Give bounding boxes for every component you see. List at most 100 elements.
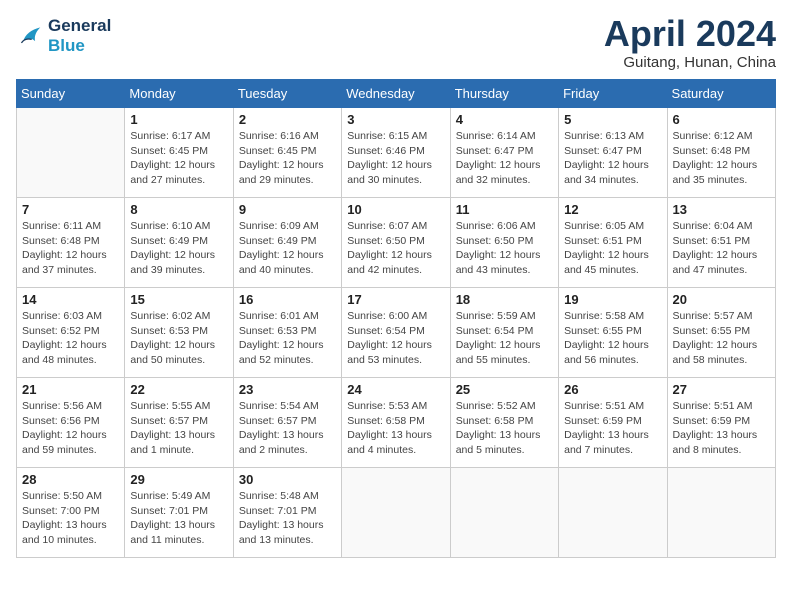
weekday-header-tuesday: Tuesday xyxy=(233,80,341,108)
weekday-header-thursday: Thursday xyxy=(450,80,558,108)
day-info: Sunrise: 5:59 AM Sunset: 6:54 PM Dayligh… xyxy=(456,309,553,368)
day-info: Sunrise: 6:07 AM Sunset: 6:50 PM Dayligh… xyxy=(347,219,444,278)
day-info: Sunrise: 5:56 AM Sunset: 6:56 PM Dayligh… xyxy=(22,399,119,458)
calendar-cell: 1 Sunrise: 6:17 AM Sunset: 6:45 PM Daylig… xyxy=(125,108,233,198)
title-block: April 2024 Guitang, Hunan, China xyxy=(604,16,776,71)
day-info: Sunrise: 6:02 AM Sunset: 6:53 PM Dayligh… xyxy=(130,309,227,368)
day-info: Sunrise: 5:49 AM Sunset: 7:01 PM Dayligh… xyxy=(130,489,227,548)
day-info: Sunrise: 6:04 AM Sunset: 6:51 PM Dayligh… xyxy=(673,219,770,278)
week-row-1: 7 Sunrise: 6:11 AM Sunset: 6:48 PM Daylig… xyxy=(17,198,776,288)
calendar-cell: 17 Sunrise: 6:00 AM Sunset: 6:54 PM Dayli… xyxy=(342,288,450,378)
day-info: Sunrise: 5:51 AM Sunset: 6:59 PM Dayligh… xyxy=(673,399,770,458)
day-info: Sunrise: 6:09 AM Sunset: 6:49 PM Dayligh… xyxy=(239,219,336,278)
calendar-header-row: SundayMondayTuesdayWednesdayThursdayFrid… xyxy=(17,80,776,108)
calendar-cell: 21 Sunrise: 5:56 AM Sunset: 6:56 PM Dayli… xyxy=(17,378,125,468)
calendar-cell: 28 Sunrise: 5:50 AM Sunset: 7:00 PM Dayli… xyxy=(17,468,125,558)
calendar-cell: 18 Sunrise: 5:59 AM Sunset: 6:54 PM Dayli… xyxy=(450,288,558,378)
month-title: April 2024 xyxy=(604,16,776,52)
calendar-cell: 3Sunrise: 6:15 AM Sunset: 6:46 PM Daylig… xyxy=(342,108,450,198)
day-info: Sunrise: 6:17 AM Sunset: 6:45 PM Dayligh… xyxy=(130,129,227,188)
day-number: 22 xyxy=(130,382,227,397)
logo: General Blue xyxy=(16,16,111,56)
day-number: 8 xyxy=(130,202,227,217)
calendar-cell: 14Sunrise: 6:03 AM Sunset: 6:52 PM Dayli… xyxy=(17,288,125,378)
day-number: 6 xyxy=(673,112,770,127)
day-info: Sunrise: 5:57 AM Sunset: 6:55 PM Dayligh… xyxy=(673,309,770,368)
day-info: Sunrise: 5:50 AM Sunset: 7:00 PM Dayligh… xyxy=(22,489,119,548)
calendar-cell: 13 Sunrise: 6:04 AM Sunset: 6:51 PM Dayli… xyxy=(667,198,775,288)
calendar-cell: 4 Sunrise: 6:14 AM Sunset: 6:47 PM Daylig… xyxy=(450,108,558,198)
day-info: Sunrise: 5:51 AM Sunset: 6:59 PM Dayligh… xyxy=(564,399,661,458)
location: Guitang, Hunan, China xyxy=(604,54,776,71)
day-info: Sunrise: 5:53 AM Sunset: 6:58 PM Dayligh… xyxy=(347,399,444,458)
calendar-cell: 29Sunrise: 5:49 AM Sunset: 7:01 PM Dayli… xyxy=(125,468,233,558)
calendar-cell xyxy=(342,468,450,558)
calendar-cell: 6 Sunrise: 6:12 AM Sunset: 6:48 PM Daylig… xyxy=(667,108,775,198)
week-row-3: 21 Sunrise: 5:56 AM Sunset: 6:56 PM Dayli… xyxy=(17,378,776,468)
weekday-header-saturday: Saturday xyxy=(667,80,775,108)
day-info: Sunrise: 6:14 AM Sunset: 6:47 PM Dayligh… xyxy=(456,129,553,188)
day-info: Sunrise: 6:15 AM Sunset: 6:46 PM Dayligh… xyxy=(347,129,444,188)
calendar-cell: 23 Sunrise: 5:54 AM Sunset: 6:57 PM Dayli… xyxy=(233,378,341,468)
day-number: 15 xyxy=(130,292,227,307)
calendar-cell xyxy=(559,468,667,558)
day-number: 19 xyxy=(564,292,661,307)
week-row-0: 1 Sunrise: 6:17 AM Sunset: 6:45 PM Daylig… xyxy=(17,108,776,198)
weekday-header-sunday: Sunday xyxy=(17,80,125,108)
calendar-cell: 11 Sunrise: 6:06 AM Sunset: 6:50 PM Dayli… xyxy=(450,198,558,288)
day-number: 5 xyxy=(564,112,661,127)
day-number: 13 xyxy=(673,202,770,217)
day-number: 1 xyxy=(130,112,227,127)
week-row-2: 14Sunrise: 6:03 AM Sunset: 6:52 PM Dayli… xyxy=(17,288,776,378)
logo-text: General Blue xyxy=(48,16,111,56)
weekday-header-wednesday: Wednesday xyxy=(342,80,450,108)
day-info: Sunrise: 5:54 AM Sunset: 6:57 PM Dayligh… xyxy=(239,399,336,458)
day-number: 17 xyxy=(347,292,444,307)
day-number: 30 xyxy=(239,472,336,487)
day-info: Sunrise: 6:01 AM Sunset: 6:53 PM Dayligh… xyxy=(239,309,336,368)
calendar-cell: 19 Sunrise: 5:58 AM Sunset: 6:55 PM Dayli… xyxy=(559,288,667,378)
calendar-cell: 9 Sunrise: 6:09 AM Sunset: 6:49 PM Daylig… xyxy=(233,198,341,288)
day-number: 4 xyxy=(456,112,553,127)
calendar-cell xyxy=(17,108,125,198)
calendar-cell: 24 Sunrise: 5:53 AM Sunset: 6:58 PM Dayli… xyxy=(342,378,450,468)
calendar-cell: 27Sunrise: 5:51 AM Sunset: 6:59 PM Dayli… xyxy=(667,378,775,468)
day-number: 23 xyxy=(239,382,336,397)
week-row-4: 28 Sunrise: 5:50 AM Sunset: 7:00 PM Dayli… xyxy=(17,468,776,558)
day-number: 9 xyxy=(239,202,336,217)
calendar-cell: 30 Sunrise: 5:48 AM Sunset: 7:01 PM Dayli… xyxy=(233,468,341,558)
day-number: 21 xyxy=(22,382,119,397)
day-info: Sunrise: 6:06 AM Sunset: 6:50 PM Dayligh… xyxy=(456,219,553,278)
weekday-header-friday: Friday xyxy=(559,80,667,108)
day-number: 26 xyxy=(564,382,661,397)
calendar-cell: 26 Sunrise: 5:51 AM Sunset: 6:59 PM Dayli… xyxy=(559,378,667,468)
day-number: 20 xyxy=(673,292,770,307)
calendar-cell xyxy=(450,468,558,558)
weekday-header-monday: Monday xyxy=(125,80,233,108)
calendar-cell: 12Sunrise: 6:05 AM Sunset: 6:51 PM Dayli… xyxy=(559,198,667,288)
day-info: Sunrise: 6:00 AM Sunset: 6:54 PM Dayligh… xyxy=(347,309,444,368)
calendar-cell: 8Sunrise: 6:10 AM Sunset: 6:49 PM Daylig… xyxy=(125,198,233,288)
day-info: Sunrise: 5:48 AM Sunset: 7:01 PM Dayligh… xyxy=(239,489,336,548)
calendar-cell: 5 Sunrise: 6:13 AM Sunset: 6:47 PM Daylig… xyxy=(559,108,667,198)
day-number: 14 xyxy=(22,292,119,307)
day-info: Sunrise: 6:13 AM Sunset: 6:47 PM Dayligh… xyxy=(564,129,661,188)
logo-icon xyxy=(16,24,44,48)
day-number: 18 xyxy=(456,292,553,307)
calendar-cell: 15 Sunrise: 6:02 AM Sunset: 6:53 PM Dayli… xyxy=(125,288,233,378)
day-info: Sunrise: 6:11 AM Sunset: 6:48 PM Dayligh… xyxy=(22,219,119,278)
day-number: 10 xyxy=(347,202,444,217)
calendar-cell: 2Sunrise: 6:16 AM Sunset: 6:45 PM Daylig… xyxy=(233,108,341,198)
day-number: 25 xyxy=(456,382,553,397)
calendar-cell: 25 Sunrise: 5:52 AM Sunset: 6:58 PM Dayli… xyxy=(450,378,558,468)
day-number: 7 xyxy=(22,202,119,217)
day-info: Sunrise: 5:58 AM Sunset: 6:55 PM Dayligh… xyxy=(564,309,661,368)
day-info: Sunrise: 5:55 AM Sunset: 6:57 PM Dayligh… xyxy=(130,399,227,458)
day-info: Sunrise: 6:12 AM Sunset: 6:48 PM Dayligh… xyxy=(673,129,770,188)
day-number: 28 xyxy=(22,472,119,487)
day-info: Sunrise: 5:52 AM Sunset: 6:58 PM Dayligh… xyxy=(456,399,553,458)
calendar-cell xyxy=(667,468,775,558)
day-info: Sunrise: 6:05 AM Sunset: 6:51 PM Dayligh… xyxy=(564,219,661,278)
day-number: 11 xyxy=(456,202,553,217)
day-number: 24 xyxy=(347,382,444,397)
